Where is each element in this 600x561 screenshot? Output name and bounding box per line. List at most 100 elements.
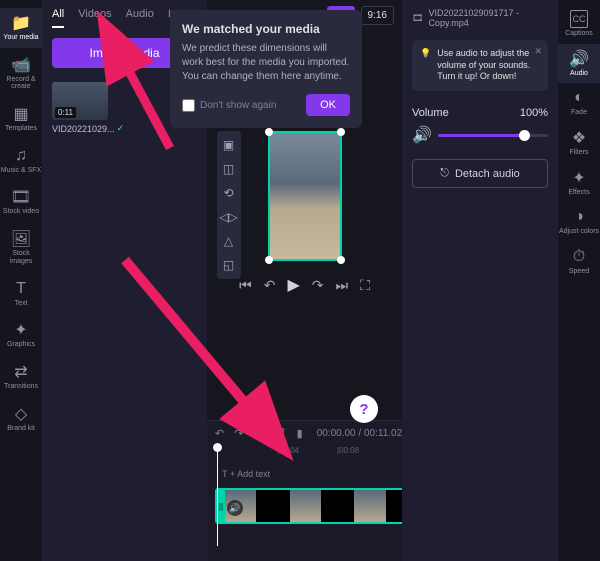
play-button[interactable]: ▶ bbox=[287, 275, 299, 295]
add-text-label: + Add text bbox=[230, 469, 270, 479]
text-icon: T bbox=[12, 280, 30, 298]
redo-icon[interactable]: ↷ bbox=[234, 427, 243, 440]
tooltip-title: We matched your media bbox=[182, 22, 350, 36]
rail-stock-images[interactable]: 🖼Stock images bbox=[0, 224, 42, 271]
rail-label: Effects bbox=[568, 189, 589, 197]
rail-adjust-colors[interactable]: ◑Adjust colors bbox=[558, 202, 600, 242]
help-button[interactable]: ? bbox=[350, 395, 378, 423]
rail-record-create[interactable]: 📹 Record & create bbox=[0, 50, 42, 97]
rail-transitions[interactable]: ⇄Transitions bbox=[0, 357, 42, 397]
filters-icon: ❖ bbox=[570, 129, 588, 147]
rail-label: Speed bbox=[569, 268, 589, 276]
rail-filters[interactable]: ❖ Filters bbox=[558, 123, 600, 163]
rail-label: Captions bbox=[565, 30, 593, 38]
media-filename-row: VID20221029... ✓ bbox=[52, 123, 108, 134]
resize-handle-tr[interactable] bbox=[337, 128, 345, 136]
tip-text: Use audio to adjust the volume of your s… bbox=[437, 48, 540, 83]
close-icon[interactable]: ✕ bbox=[534, 46, 542, 58]
rotate-icon[interactable]: ⟲ bbox=[221, 185, 237, 201]
preview-wrap: ▣ ◫ ⟲ ◁▷ △ ◱ ⏮ ↶ ▶ ↷ ⏭ ⛶ bbox=[245, 131, 365, 295]
tab-all[interactable]: All bbox=[52, 8, 64, 28]
film-icon: 🎞 bbox=[412, 13, 423, 24]
rail-fade[interactable]: ◐Fade bbox=[558, 83, 600, 123]
rail-captions[interactable]: CCCaptions bbox=[558, 4, 600, 44]
playback-controls: ⏮ ↶ ▶ ↷ ⏭ ⛶ bbox=[245, 275, 365, 295]
media-thumbnail: 0:11 bbox=[52, 82, 108, 120]
dont-show-checkbox[interactable] bbox=[182, 99, 195, 112]
speaker-icon: 🔊 bbox=[570, 50, 588, 68]
skip-fwd-icon[interactable]: ⏭ bbox=[335, 277, 348, 294]
crop-icon[interactable]: ◫ bbox=[221, 161, 237, 177]
left-tool-rail: 📁 Your media 📹 Record & create ▦Templates… bbox=[0, 0, 42, 561]
detach-audio-button[interactable]: ⎋ Detach audio bbox=[412, 159, 548, 188]
speed-icon: ⏱ bbox=[570, 248, 588, 266]
meter-icon[interactable]: ▮ bbox=[297, 427, 303, 440]
camera-icon: 📹 bbox=[12, 56, 30, 74]
ruler-tick: |00:08 bbox=[337, 446, 359, 455]
undo-icon[interactable]: ↶ bbox=[215, 427, 224, 440]
rail-effects[interactable]: ✦ Effects bbox=[558, 163, 600, 203]
aspect-ratio-selector[interactable]: 9:16 bbox=[361, 6, 394, 25]
tab-audio[interactable]: Audio bbox=[126, 8, 154, 28]
volume-value: 100% bbox=[520, 107, 548, 119]
flip-h-icon[interactable]: ◁▷ bbox=[221, 209, 237, 225]
tooltip-body: We predict these dimensions will work be… bbox=[182, 42, 350, 84]
filename: VID20221029091717 - Copy.mp4 bbox=[428, 8, 548, 28]
rail-speed[interactable]: ⏱ Speed bbox=[558, 242, 600, 282]
resize-handle-bl[interactable] bbox=[265, 256, 273, 264]
playhead[interactable] bbox=[217, 446, 218, 546]
colors-icon: ◑ bbox=[570, 208, 588, 226]
clip-thumbnails bbox=[225, 490, 419, 522]
rail-stock-video[interactable]: 🎞Stock video bbox=[0, 182, 42, 222]
tab-videos[interactable]: Videos bbox=[78, 8, 111, 28]
dont-show-again[interactable]: Don't show again bbox=[182, 99, 276, 112]
tooltip-ok-button[interactable]: OK bbox=[306, 94, 350, 116]
rail-brand-kit[interactable]: ◇ Brand kit bbox=[0, 399, 42, 439]
volume-row: Volume 100% bbox=[412, 107, 548, 119]
media-filename: VID20221029... bbox=[52, 124, 115, 134]
ruler-tick: |00:04 bbox=[277, 446, 299, 455]
step-back-icon[interactable]: ↶ bbox=[264, 277, 276, 294]
effects-icon: ✦ bbox=[570, 169, 588, 187]
dimensions-tooltip: We matched your media We predict these d… bbox=[170, 10, 362, 128]
rail-label: Fade bbox=[571, 109, 587, 117]
fullscreen-icon[interactable]: ⛶ bbox=[360, 277, 370, 294]
skip-back-icon[interactable]: ⏮ bbox=[239, 277, 252, 294]
rail-label: Filters bbox=[569, 149, 588, 157]
rail-music-sfx[interactable]: ♫Music & SFX bbox=[0, 141, 42, 181]
rail-your-media[interactable]: 📁 Your media bbox=[0, 8, 42, 48]
speaker-icon[interactable]: 🔊 bbox=[227, 500, 243, 516]
step-fwd-icon[interactable]: ↷ bbox=[312, 277, 324, 294]
media-item[interactable]: 0:11 VID20221029... ✓ bbox=[52, 82, 108, 134]
timeline-time: 00:00.00 / 00:11.02 bbox=[317, 428, 402, 439]
resize-handle-tl[interactable] bbox=[265, 128, 273, 136]
resize-handle-br[interactable] bbox=[337, 256, 345, 264]
add-text-track[interactable]: T + Add text bbox=[215, 464, 429, 484]
video-clip[interactable]: || 🔊 || bbox=[215, 488, 429, 524]
overlay-icon[interactable]: ▣ bbox=[221, 137, 237, 153]
slider-thumb[interactable] bbox=[519, 130, 530, 141]
rail-audio[interactable]: 🔊 Audio bbox=[558, 44, 600, 84]
rail-graphics[interactable]: ✦Graphics bbox=[0, 315, 42, 355]
rail-label: Record & create bbox=[0, 76, 42, 91]
pip-icon[interactable]: ◱ bbox=[221, 257, 237, 273]
video-preview[interactable] bbox=[268, 131, 342, 261]
rail-label: Audio bbox=[570, 70, 588, 78]
detach-icon: ⎋ bbox=[440, 167, 449, 180]
rail-label: Templates bbox=[5, 125, 37, 133]
text-track-icon: T bbox=[222, 469, 227, 479]
volume-slider[interactable] bbox=[438, 134, 548, 137]
dont-show-label: Don't show again bbox=[200, 100, 276, 111]
clip-handle-left[interactable]: || bbox=[217, 490, 225, 522]
diamond-icon: ◇ bbox=[12, 405, 30, 423]
rail-label: Stock video bbox=[3, 208, 39, 216]
flip-v-icon[interactable]: △ bbox=[221, 233, 237, 249]
rail-label: Stock images bbox=[0, 250, 42, 265]
rail-text[interactable]: TText bbox=[0, 274, 42, 314]
volume-slider-row: 🔊 bbox=[412, 125, 548, 145]
split-icon[interactable]: ✂ bbox=[253, 427, 262, 440]
delete-icon[interactable]: 🗑 bbox=[273, 427, 287, 440]
rail-templates[interactable]: ▦Templates bbox=[0, 99, 42, 139]
preview-toolbar: ▣ ◫ ⟲ ◁▷ △ ◱ bbox=[217, 131, 241, 279]
rail-label: Brand kit bbox=[7, 425, 35, 433]
